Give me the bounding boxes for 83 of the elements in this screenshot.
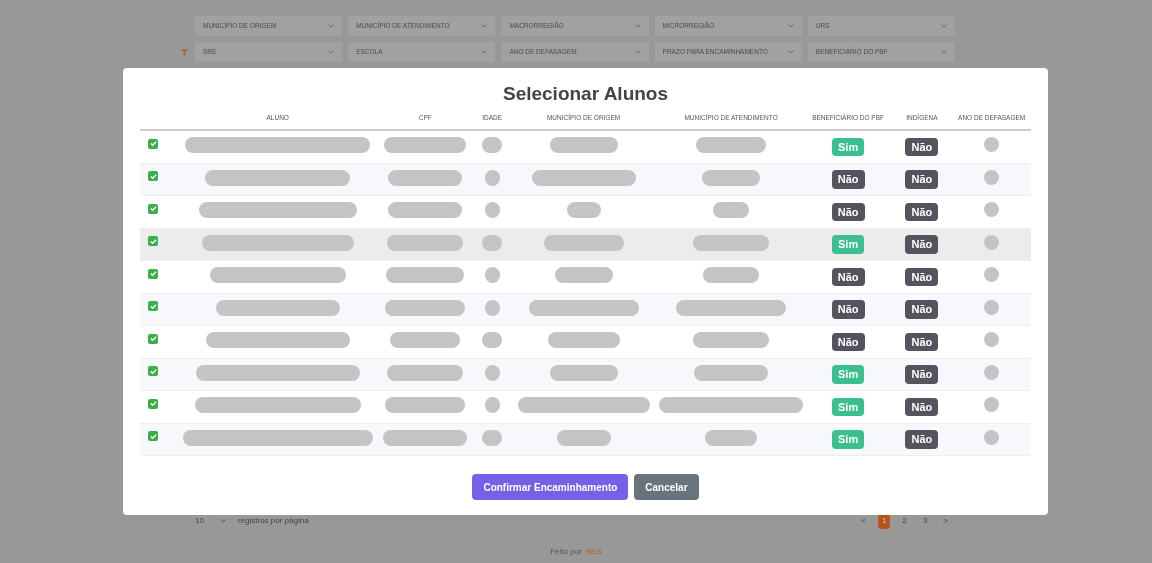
checkbox[interactable]	[148, 268, 158, 279]
checkmark-icon	[149, 302, 157, 310]
status-badge: Não	[905, 365, 939, 384]
checkmark-icon	[149, 432, 157, 440]
page-size-label: registros por página	[237, 515, 309, 527]
chevron-icon	[634, 24, 641, 28]
status-badge: Sim	[832, 137, 865, 156]
checkmark-icon	[149, 140, 157, 148]
checkbox[interactable]	[148, 203, 158, 214]
chevron-icon	[328, 24, 335, 28]
cancel-button[interactable]: Cancelar	[634, 474, 699, 500]
status-badge: Não	[905, 332, 939, 351]
redacted-bar	[482, 332, 503, 349]
checkbox[interactable]	[148, 236, 158, 247]
checkmark-icon	[149, 367, 157, 375]
chevron-icon	[219, 519, 226, 523]
checkmark-icon	[149, 400, 157, 408]
chevron-icon	[941, 50, 947, 54]
status-badge: Não	[831, 300, 865, 319]
chevron-icon	[787, 24, 794, 28]
chevron-icon	[634, 50, 641, 54]
chevron-icon	[328, 50, 335, 54]
chevron-icon	[481, 24, 488, 28]
redacted-bar	[484, 364, 500, 381]
status-badge: Não	[831, 202, 865, 221]
redacted-bar	[484, 299, 500, 316]
redacted-bar	[390, 332, 461, 349]
status-badge: Não	[905, 430, 939, 449]
confirm-button[interactable]: Confirmar Encaminhamento	[472, 474, 629, 500]
status-badge: Não	[831, 267, 865, 286]
redacted-bar	[482, 137, 503, 154]
status-badge: Sim	[832, 430, 865, 449]
redacted-bar	[482, 429, 503, 446]
page-size-select[interactable]: 10	[195, 515, 226, 527]
hovered-row[interactable]: Sim Não	[140, 228, 1031, 261]
checkmark-icon	[149, 172, 157, 180]
redacted-bar	[484, 397, 500, 414]
redacted-bar	[484, 169, 500, 186]
checkbox[interactable]	[148, 431, 158, 442]
redacted-bar	[484, 267, 500, 284]
checkbox[interactable]	[148, 171, 158, 182]
checkbox[interactable]	[148, 138, 158, 149]
redacted-bar	[556, 429, 611, 446]
checkmark-icon	[149, 270, 157, 278]
redacted-bar	[484, 202, 500, 219]
redacted-bar	[566, 202, 601, 219]
status-badge: Sim	[832, 397, 865, 416]
page-link[interactable]: 3	[918, 513, 932, 529]
status-badge: Sim	[832, 365, 865, 384]
checkbox[interactable]	[148, 333, 158, 344]
status-badge: Não	[905, 170, 939, 189]
redacted-bar	[549, 364, 618, 381]
status-badge: Não	[905, 300, 939, 319]
checkmark-icon	[149, 237, 157, 245]
status-badge: Não	[831, 332, 865, 351]
checkbox[interactable]	[148, 301, 158, 312]
chevron-icon	[787, 50, 794, 54]
page-link[interactable]: <	[857, 513, 870, 529]
redacted-bar	[702, 169, 761, 186]
status-badge: Não	[905, 397, 939, 416]
checkmark-icon	[149, 335, 157, 343]
redacted-bar	[696, 137, 767, 154]
checkmark-icon	[149, 205, 157, 213]
chevron-icon	[941, 24, 947, 28]
redacted-bar	[549, 137, 618, 154]
page-link[interactable]: 2	[898, 513, 911, 529]
status-badge: Não	[905, 267, 939, 286]
redacted-bar	[703, 267, 760, 284]
status-badge: Sim	[832, 235, 865, 254]
redacted-bar	[554, 267, 613, 284]
chevron-icon	[481, 50, 488, 54]
page-link[interactable]: >	[939, 513, 952, 529]
status-badge: Não	[831, 170, 865, 189]
filter-icon	[181, 48, 188, 56]
redacted-bar	[713, 202, 750, 219]
checkbox[interactable]	[148, 398, 158, 409]
redacted-bar	[482, 234, 503, 251]
status-badge: Não	[905, 235, 939, 254]
redacted-bar	[705, 429, 758, 446]
modal-title: Selecionar Alunos	[501, 82, 670, 106]
status-badge: Não	[905, 202, 939, 221]
status-badge: Não	[905, 137, 939, 156]
checkbox[interactable]	[148, 366, 158, 377]
